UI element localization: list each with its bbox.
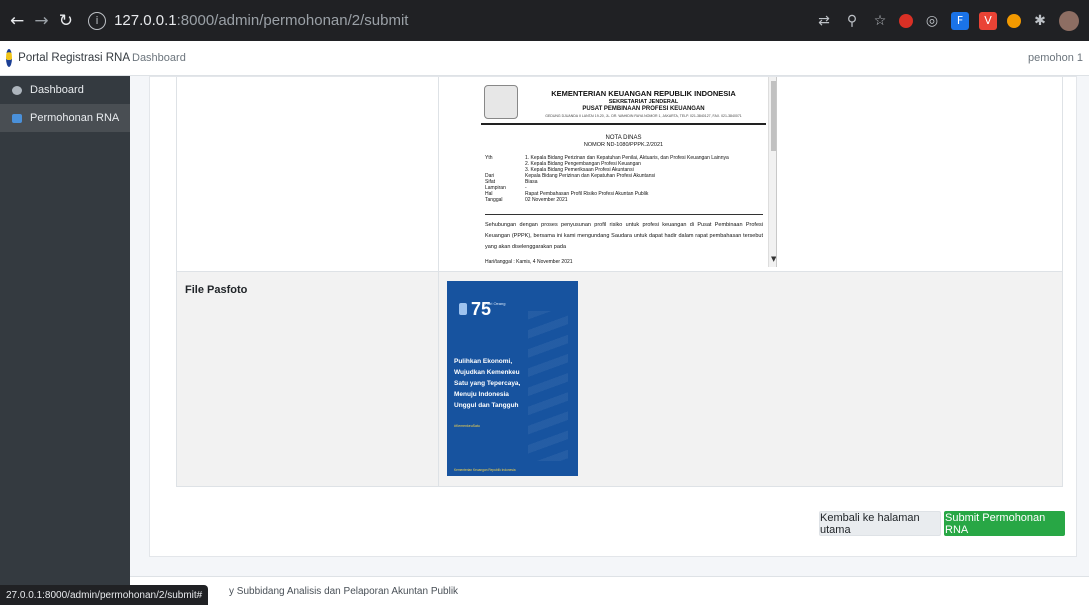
puzzle-icon[interactable]: ✱ xyxy=(1031,12,1049,30)
table-row: File Pasfoto 75 Hari Oeang Pulihkan Ekon… xyxy=(177,272,1062,487)
url-path: :8000/admin/permohonan/2/submit xyxy=(176,12,409,29)
pdf-page: KEMENTERIAN KEUANGAN REPUBLIK INDONESIA … xyxy=(481,77,766,267)
profile-avatar[interactable] xyxy=(1059,10,1080,31)
sidebar-item-dashboard[interactable]: Dashboard xyxy=(0,76,130,104)
submit-button[interactable]: Submit Permohonan RNA xyxy=(944,511,1065,536)
pasfoto-image: 75 Hari Oeang Pulihkan Ekonomi, Wujudkan… xyxy=(447,281,578,476)
pdf-scrollbar[interactable]: ▼ xyxy=(768,77,776,267)
photo-headline: Pulihkan Ekonomi, Wujudkan Kemenkeu Satu… xyxy=(454,356,520,411)
pdf-heading: KEMENTERIAN KEUANGAN REPUBLIK INDONESIA xyxy=(551,89,736,98)
extension-toolbar: ⇄ ⚲ ☆ ◎ F V ✱ xyxy=(815,10,1080,31)
photo-line: Wujudkan Kemenkeu xyxy=(454,369,520,376)
photo-hashtag: #KemenkeuSatu xyxy=(454,424,480,428)
reload-icon[interactable]: ↻ xyxy=(54,8,78,34)
photo-line: Menuju Indonesia xyxy=(454,391,509,398)
page-footer: y Subbidang Analisis dan Pelaporan Akunt… xyxy=(130,576,1089,605)
pdf-address: GEDUNG DJUANDA II LANTAI 19-20, JL. DR. … xyxy=(545,114,742,118)
photo-line: Satu yang Tepercaya, xyxy=(454,380,521,387)
top-navbar: Portal Registrasi RNA Dashboard pemohon … xyxy=(0,41,1089,76)
back-to-home-button[interactable]: Kembali ke halaman utama xyxy=(819,511,941,536)
sidebar-item-label: Permohonan RNA xyxy=(30,112,120,124)
table-label-cell xyxy=(177,77,439,271)
ministry-seal-icon xyxy=(484,85,518,119)
address-bar[interactable]: i 127.0.0.1:8000/admin/permohonan/2/subm… xyxy=(88,5,816,36)
pdf-meta: Yth 1. Kepala Bidang Perizinan dan Kepatu… xyxy=(485,155,765,203)
document-icon xyxy=(12,113,22,123)
star-icon[interactable]: ☆ xyxy=(871,12,889,30)
brand-logo-icon xyxy=(6,49,13,67)
extension-outline-icon[interactable]: ◎ xyxy=(923,12,941,30)
back-arrow-icon[interactable]: ← xyxy=(5,8,29,34)
photo-line: Pulihkan Ekonomi, xyxy=(454,358,513,365)
pdf-meta-key: Tanggal xyxy=(485,197,503,203)
photo-tag: Hari Oeang xyxy=(485,301,506,306)
pdf-number: NOMOR ND-1080/PPPK.2/2021 xyxy=(583,142,664,148)
user-menu[interactable]: pemohon 1 xyxy=(1028,52,1083,64)
photo-line: Unggul dan Tangguh xyxy=(454,402,519,409)
ministry-logo-icon xyxy=(459,303,467,315)
sidebar-item-permohonan[interactable]: Permohonan RNA xyxy=(0,104,130,132)
table-value-cell: 75 Hari Oeang Pulihkan Ekonomi, Wujudkan… xyxy=(439,272,1062,486)
extension-orange-icon[interactable]: V xyxy=(979,11,998,30)
url-host: 127.0.0.1 xyxy=(114,12,177,29)
content-card: KEMENTERIAN KEUANGAN REPUBLIK INDONESIA … xyxy=(149,76,1077,557)
pdf-title: NOTA DINAS xyxy=(605,135,642,141)
scroll-down-arrow-icon[interactable]: ▼ xyxy=(771,255,776,263)
translate-icon[interactable]: ⇄ xyxy=(815,12,833,30)
sidebar-item-label: Dashboard xyxy=(30,84,84,96)
pdf-subheading: PUSAT PEMBINAAN PROFESI KEUANGAN xyxy=(582,106,705,112)
extension-red-icon[interactable] xyxy=(899,13,914,28)
pdf-letterhead: KEMENTERIAN KEUANGAN REPUBLIK INDONESIA … xyxy=(481,85,766,125)
zoom-icon[interactable]: ⚲ xyxy=(843,12,861,30)
batik-pattern xyxy=(528,311,568,461)
pdf-subheading: SEKRETARIAT JENDERAL xyxy=(608,99,679,105)
table-value-cell: KEMENTERIAN KEUANGAN REPUBLIK INDONESIA … xyxy=(439,77,1062,271)
photo-credit: Kementerian Keuangan Republik Indonesia xyxy=(454,468,516,472)
pasfoto-label: File Pasfoto xyxy=(177,272,439,486)
scrollbar-thumb[interactable] xyxy=(771,81,776,151)
pdf-divider xyxy=(485,214,763,215)
pdf-meta-value: 02 November 2021 xyxy=(525,197,568,203)
forward-arrow-icon[interactable]: → xyxy=(29,8,53,34)
sidebar: Dashboard Permohonan RNA xyxy=(0,76,130,605)
pdf-footer-line: Hari/tanggal : Kamis, 4 November 2021 xyxy=(485,259,573,265)
link-status-bar: 27.0.0.1:8000/admin/permohonan/2/submit# xyxy=(0,585,209,605)
pdf-viewer[interactable]: KEMENTERIAN KEUANGAN REPUBLIK INDONESIA … xyxy=(447,77,777,267)
extension-circle-icon[interactable] xyxy=(1007,13,1022,28)
pdf-body: Sehubungan dengan proses penyusunan prof… xyxy=(485,222,763,250)
dashboard-icon xyxy=(12,85,22,95)
table-row: KEMENTERIAN KEUANGAN REPUBLIK INDONESIA … xyxy=(177,77,1062,272)
brand-text: Portal Registrasi RNA xyxy=(18,52,130,64)
info-icon[interactable]: i xyxy=(88,11,107,30)
detail-table: KEMENTERIAN KEUANGAN REPUBLIK INDONESIA … xyxy=(176,77,1063,487)
brand-link[interactable]: Portal Registrasi RNA xyxy=(0,41,130,76)
nav-link-dashboard[interactable]: Dashboard xyxy=(132,52,186,64)
extension-blue-icon[interactable]: F xyxy=(951,11,970,30)
browser-toolbar: ← → ↻ i 127.0.0.1:8000/admin/permohonan/… xyxy=(0,0,1089,41)
